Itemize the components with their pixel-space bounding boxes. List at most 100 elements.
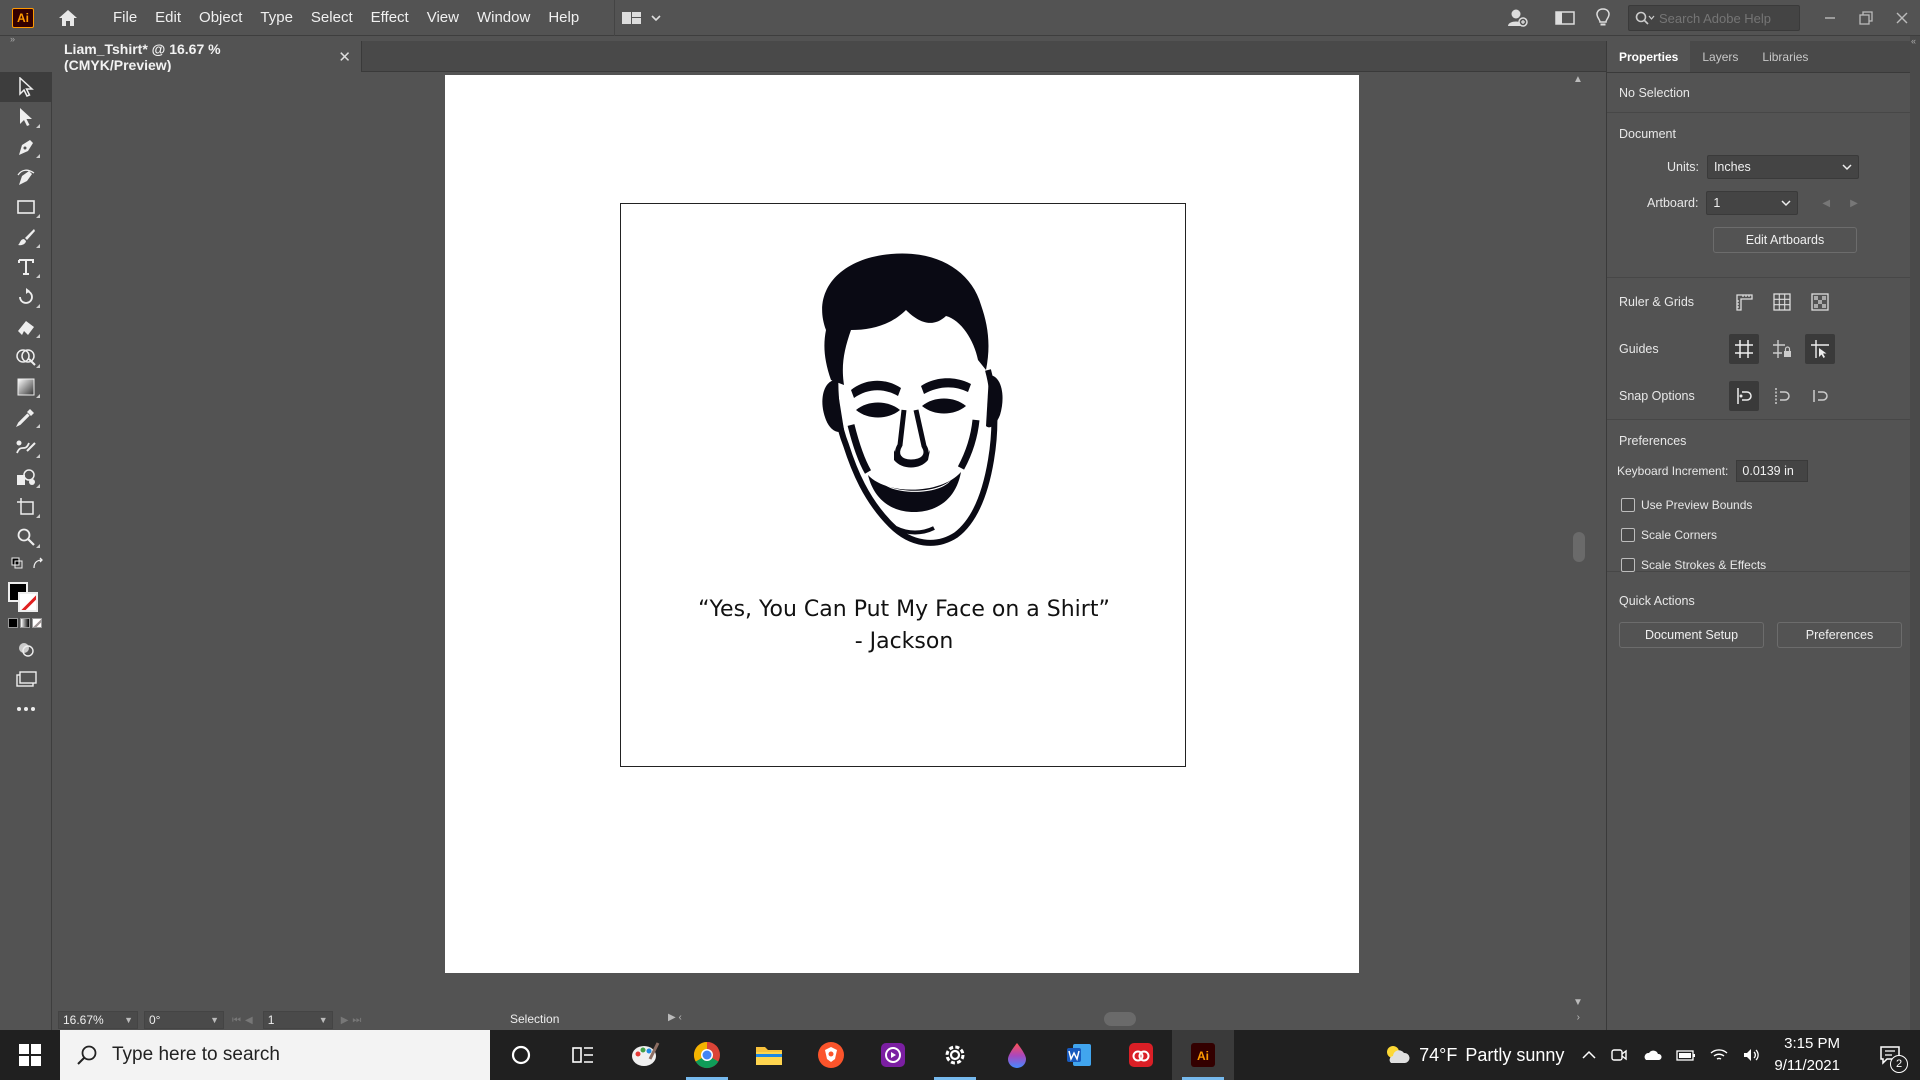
taskbar-app-settings[interactable] (924, 1030, 986, 1080)
rulers-button[interactable] (1729, 287, 1759, 317)
blend-tool[interactable] (0, 432, 52, 462)
checkbox-box[interactable] (1621, 558, 1635, 572)
rotation-field[interactable]: 0° ▼ (144, 1011, 224, 1029)
taskbar-app-drop[interactable] (986, 1030, 1048, 1080)
screen-mode-button[interactable] (0, 664, 52, 694)
face-illustration[interactable] (796, 250, 1011, 550)
minimize-button[interactable] (1812, 0, 1848, 36)
swap-fill-stroke[interactable] (0, 552, 52, 576)
wifi-icon[interactable] (1710, 1047, 1728, 1063)
none-button[interactable] (32, 618, 42, 628)
snap-to-pixel-button[interactable] (1767, 381, 1797, 411)
scroll-down-icon[interactable]: ▼ (1573, 997, 1583, 1008)
symbol-sprayer-tool[interactable] (0, 462, 52, 492)
battery-icon[interactable] (1676, 1048, 1696, 1062)
canvas-area[interactable]: “Yes, You Can Put My Face on a Shirt” - … (52, 72, 1588, 1010)
menu-object[interactable]: Object (190, 0, 251, 36)
cortana-button[interactable] (490, 1030, 552, 1080)
rectangle-tool[interactable] (0, 192, 52, 222)
home-button[interactable] (54, 4, 82, 32)
search-help-box[interactable] (1628, 5, 1800, 31)
document-setup-button[interactable]: Document Setup (1619, 622, 1764, 648)
fill-stroke-swatches[interactable] (0, 578, 52, 614)
menu-help[interactable]: Help (539, 0, 588, 36)
rotate-tool[interactable] (0, 282, 52, 312)
notification-center-button[interactable]: 2 (1870, 1045, 1910, 1073)
menu-window[interactable]: Window (468, 0, 539, 36)
weather-widget[interactable]: 74°F Partly sunny (1383, 1043, 1564, 1067)
pen-tool[interactable] (0, 132, 52, 162)
task-view-button[interactable] (552, 1030, 614, 1080)
lock-guides-button[interactable] (1767, 334, 1797, 364)
horizontal-scroll-thumb[interactable] (1104, 1012, 1136, 1026)
grid-button[interactable] (1767, 287, 1797, 317)
document-tab[interactable]: Liam_Tshirt* @ 16.67 % (CMYK/Preview) ✕ (52, 41, 362, 73)
panel-layout-button[interactable] (1550, 3, 1580, 33)
taskbar-app-chrome[interactable] (676, 1030, 738, 1080)
meet-now-icon[interactable] (1610, 1046, 1628, 1064)
snap-to-point-button[interactable] (1729, 380, 1759, 411)
artboard-number-field[interactable]: 1 ▼ (262, 1011, 333, 1029)
menu-edit[interactable]: Edit (146, 0, 190, 36)
shape-builder-tool[interactable] (0, 342, 52, 372)
vertical-scrollbar[interactable]: ▲ ▼ (1570, 72, 1588, 1010)
onedrive-icon[interactable] (1642, 1048, 1662, 1062)
shirt-design-frame[interactable]: “Yes, You Can Put My Face on a Shirt” - … (620, 203, 1186, 767)
paintbrush-tool[interactable] (0, 222, 52, 252)
taskbar-app-brave[interactable] (800, 1030, 862, 1080)
smart-guides-button[interactable] (1805, 334, 1835, 364)
taskbar-app-media[interactable] (862, 1030, 924, 1080)
menu-file[interactable]: File (104, 0, 146, 36)
checkbox-box[interactable] (1621, 498, 1635, 512)
show-hidden-icons-icon[interactable] (1582, 1050, 1596, 1060)
vertical-scroll-thumb[interactable] (1573, 532, 1585, 562)
search-help-input[interactable] (1659, 10, 1799, 26)
taskbar-search[interactable]: Type here to search (60, 1030, 490, 1080)
scroll-right-icon[interactable]: › (1577, 1012, 1580, 1023)
artboard[interactable]: “Yes, You Can Put My Face on a Shirt” - … (445, 75, 1359, 973)
artboard-prev-icon[interactable]: ◀ (1822, 198, 1830, 209)
artboard-tool[interactable] (0, 492, 52, 522)
tab-libraries[interactable]: Libraries (1750, 41, 1820, 72)
units-dropdown[interactable]: Inches (1706, 155, 1859, 179)
taskbar-app-creative-cloud[interactable] (1110, 1030, 1172, 1080)
toolbar-collapse-strip[interactable]: » (0, 34, 52, 46)
tab-properties[interactable]: Properties (1607, 41, 1691, 72)
taskbar-app-file-explorer[interactable] (738, 1030, 800, 1080)
artboard-next-icon[interactable]: ▶ (1850, 198, 1858, 209)
gradient-tool[interactable] (0, 372, 52, 402)
direct-selection-tool[interactable] (0, 102, 52, 132)
menu-effect[interactable]: Effect (362, 0, 418, 36)
transparency-grid-button[interactable] (1805, 287, 1835, 317)
workspace-switcher[interactable] (614, 0, 667, 36)
volume-icon[interactable] (1742, 1047, 1760, 1063)
draw-mode-button[interactable] (0, 634, 52, 664)
current-tool-label[interactable]: Selection (510, 1012, 559, 1026)
eyedropper-tool[interactable] (0, 402, 52, 432)
panel-collapse-strip[interactable]: « (1910, 36, 1920, 1030)
use-preview-bounds-checkbox[interactable]: Use Preview Bounds (1621, 490, 1766, 520)
checkbox-box[interactable] (1621, 528, 1635, 542)
menu-select[interactable]: Select (302, 0, 362, 36)
type-tool[interactable] (0, 252, 52, 282)
zoom-tool[interactable] (0, 522, 52, 552)
taskbar-app-paint[interactable] (614, 1030, 676, 1080)
menu-view[interactable]: View (418, 0, 468, 36)
taskbar-app-illustrator[interactable]: Ai (1172, 1030, 1234, 1080)
curvature-tool[interactable] (0, 162, 52, 192)
tab-layers[interactable]: Layers (1690, 41, 1750, 72)
artboard-next-nav-icon[interactable]: ▶⏭ (341, 1015, 366, 1026)
taskbar-clock[interactable]: 3:15 PM 9/11/2021 (1774, 1033, 1840, 1077)
quote-text[interactable]: “Yes, You Can Put My Face on a Shirt” - … (621, 594, 1187, 658)
start-button[interactable] (0, 1030, 60, 1080)
selection-tool[interactable] (0, 72, 52, 102)
close-window-button[interactable] (1884, 0, 1920, 36)
edit-artboards-button[interactable]: Edit Artboards (1713, 227, 1857, 253)
account-button[interactable] (1502, 3, 1532, 33)
show-guides-button[interactable] (1729, 334, 1759, 364)
edit-toolbar-button[interactable] (0, 694, 52, 724)
eraser-tool[interactable] (0, 312, 52, 342)
artboard-prev-nav-icon[interactable]: ⏮◀ (232, 1015, 257, 1026)
stroke-swatch[interactable] (18, 592, 38, 612)
artboard-dropdown[interactable]: 1 (1706, 191, 1799, 215)
